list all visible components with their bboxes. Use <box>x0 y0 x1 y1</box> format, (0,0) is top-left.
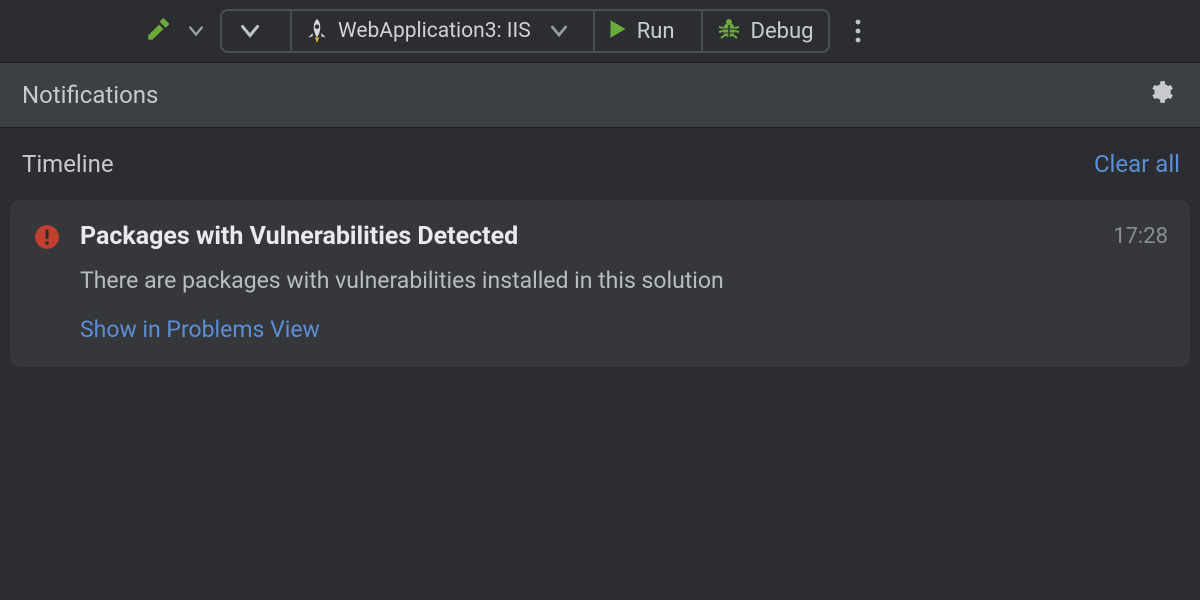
chevron-down-icon <box>236 17 264 45</box>
run-config-history-button[interactable] <box>222 11 278 51</box>
timeline-header-row: Timeline Clear all <box>0 128 1200 196</box>
rocket-icon <box>306 18 328 44</box>
notification-body: Packages with Vulnerabilities Detected 1… <box>80 222 1168 343</box>
run-config-selector[interactable]: WebApplication3: IIS <box>290 11 581 51</box>
bug-icon <box>717 18 741 44</box>
notification-card: Packages with Vulnerabilities Detected 1… <box>10 200 1190 367</box>
error-icon <box>32 222 62 343</box>
build-dropdown-chevron-icon[interactable] <box>182 17 210 45</box>
chevron-down-icon <box>551 23 567 39</box>
notifications-panel-header: Notifications <box>0 62 1200 128</box>
debug-button-label: Debug <box>751 19 814 44</box>
notification-head: Packages with Vulnerabilities Detected 1… <box>80 222 1168 251</box>
notification-description: There are packages with vulnerabilities … <box>80 267 1168 294</box>
play-icon <box>609 19 627 43</box>
notification-time: 17:28 <box>1113 224 1168 249</box>
notification-title: Packages with Vulnerabilities Detected <box>80 222 518 251</box>
notifications-panel-title: Notifications <box>22 81 158 109</box>
show-in-problems-link[interactable]: Show in Problems View <box>80 316 1168 343</box>
run-button-label: Run <box>637 19 675 44</box>
run-button[interactable]: Run <box>593 11 689 51</box>
main-toolbar: WebApplication3: IIS Run <box>0 0 1200 62</box>
build-hammer-icon[interactable] <box>144 17 172 45</box>
run-config-name: WebApplication3: IIS <box>338 19 531 43</box>
gear-icon <box>1148 79 1174 111</box>
timeline-label: Timeline <box>22 150 114 178</box>
notifications-settings-button[interactable] <box>1144 78 1178 112</box>
clear-all-link[interactable]: Clear all <box>1094 150 1180 178</box>
run-configuration-bar: WebApplication3: IIS Run <box>220 9 830 53</box>
toolbar-overflow-button[interactable] <box>840 19 876 43</box>
debug-button[interactable]: Debug <box>701 11 828 51</box>
